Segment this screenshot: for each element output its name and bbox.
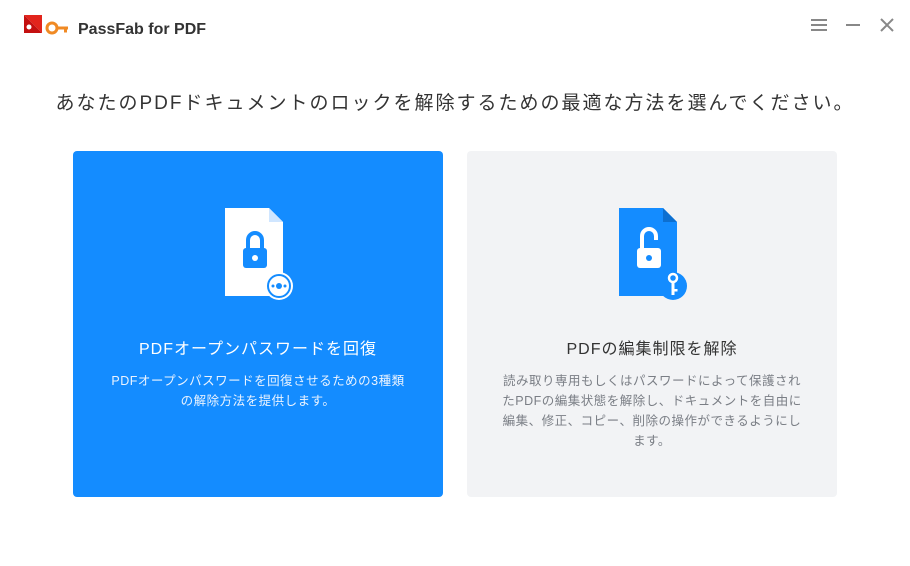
remove-restriction-title: PDFの編集制限を解除 bbox=[566, 335, 737, 359]
minimize-icon[interactable] bbox=[842, 14, 864, 36]
menu-icon[interactable] bbox=[808, 14, 830, 36]
recover-password-desc: PDFオープンパスワードを回復させるための3種類の解除方法を提供します。 bbox=[97, 371, 419, 411]
app-title: PassFab for PDF bbox=[78, 21, 206, 39]
remove-restriction-card[interactable]: PDFの編集制限を解除 読み取り専用もしくはパスワードによって保護されたPDFの… bbox=[467, 151, 837, 497]
app-logo-icon bbox=[20, 13, 70, 48]
window-controls bbox=[808, 14, 898, 36]
page-heading: あなたのPDFドキュメントのロックを解除するための最適な方法を選んでください。 bbox=[0, 88, 910, 115]
remove-restriction-desc: 読み取り専用もしくはパスワードによって保護されたPDFの編集状態を解除し、ドキュ… bbox=[491, 371, 813, 451]
recover-password-icon bbox=[213, 199, 303, 309]
recover-password-card[interactable]: PDFオープンパスワードを回復 PDFオープンパスワードを回復させるための3種類… bbox=[73, 151, 443, 497]
recover-password-title: PDFオープンパスワードを回復 bbox=[139, 335, 377, 359]
close-icon[interactable] bbox=[876, 14, 898, 36]
remove-restriction-icon bbox=[607, 199, 697, 309]
titlebar: PassFab for PDF bbox=[0, 0, 910, 60]
option-cards: PDFオープンパスワードを回復 PDFオープンパスワードを回復させるための3種類… bbox=[0, 151, 910, 497]
logo-group: PassFab for PDF bbox=[20, 13, 206, 48]
